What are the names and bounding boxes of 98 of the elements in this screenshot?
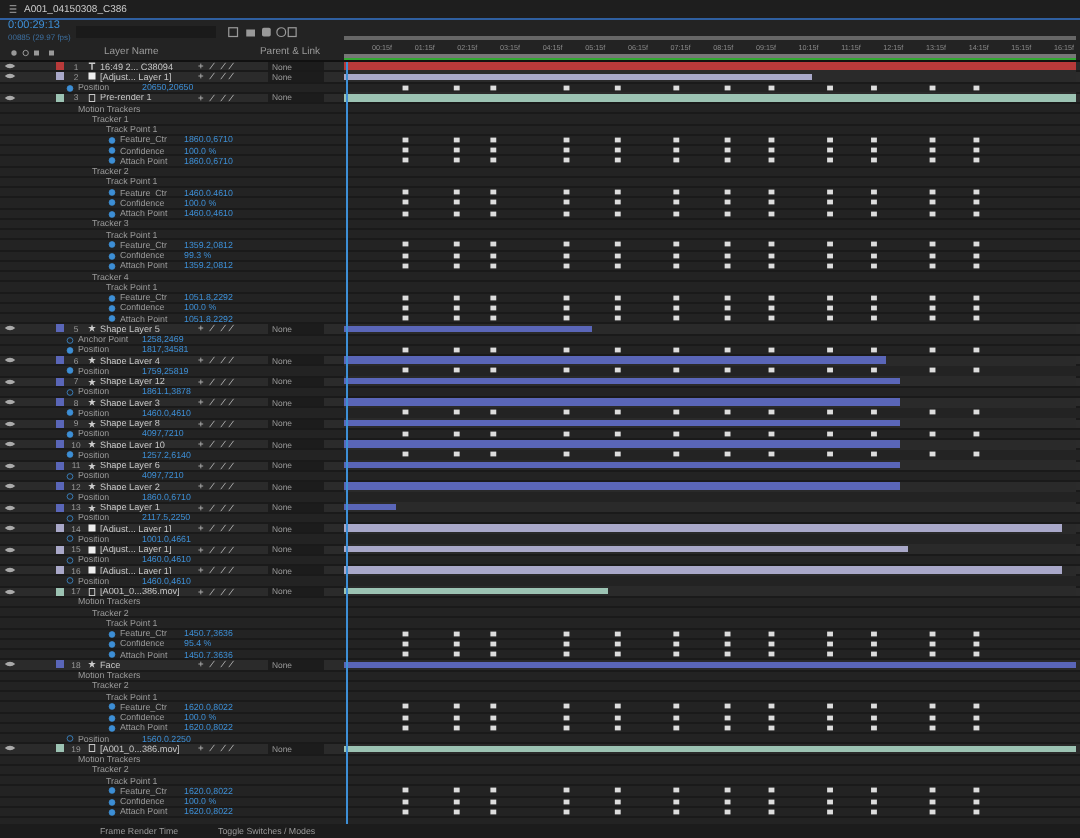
stopwatch-icon[interactable] xyxy=(108,639,116,648)
eye-icon[interactable] xyxy=(4,660,16,669)
star-icon xyxy=(88,660,96,669)
label-color-swatch[interactable] xyxy=(56,419,64,428)
stopwatch-icon[interactable] xyxy=(108,807,116,816)
label-color-swatch[interactable] xyxy=(56,503,64,512)
stopwatch-icon[interactable] xyxy=(108,251,116,260)
stopwatch-icon[interactable] xyxy=(108,797,116,806)
layer-switches-drawing[interactable] xyxy=(192,503,240,512)
layer-switches-drawing[interactable] xyxy=(192,72,240,81)
layer-switches-drawing[interactable] xyxy=(192,545,240,554)
stopwatch-icon[interactable] xyxy=(108,135,116,144)
label-color-swatch[interactable] xyxy=(56,72,64,81)
stopwatch-icon[interactable] xyxy=(108,702,116,711)
layer-square-icon xyxy=(88,545,96,554)
label-color-swatch[interactable] xyxy=(56,356,64,365)
layer-duration-bar[interactable] xyxy=(344,545,908,553)
menu-icon[interactable] xyxy=(8,4,18,14)
layer-switches-drawing[interactable] xyxy=(192,93,240,102)
star-icon xyxy=(88,324,96,333)
star-icon xyxy=(88,440,96,449)
file-icon xyxy=(88,744,96,753)
layer-switches-drawing[interactable] xyxy=(192,566,240,575)
label-color-swatch[interactable] xyxy=(56,545,64,554)
layer-switches-drawing[interactable] xyxy=(192,440,240,449)
stopwatch-icon[interactable] xyxy=(108,629,116,638)
layer-switches-drawing[interactable] xyxy=(192,524,240,533)
layer-switches-drawing[interactable] xyxy=(192,356,240,365)
toolbar-icons-drawing[interactable] xyxy=(222,25,303,39)
stopwatch-icon[interactable] xyxy=(108,188,116,197)
label-color-swatch[interactable] xyxy=(56,587,64,596)
star-icon xyxy=(88,482,96,491)
stopwatch-icon[interactable] xyxy=(66,83,74,92)
star-icon xyxy=(88,377,96,386)
layer-switches-drawing[interactable] xyxy=(192,461,240,470)
label-color-swatch[interactable] xyxy=(56,482,64,491)
star-icon xyxy=(88,419,96,428)
star-icon xyxy=(88,461,96,470)
label-color-swatch[interactable] xyxy=(56,398,64,407)
file-icon xyxy=(88,93,96,102)
label-color-swatch[interactable] xyxy=(56,324,64,333)
layer-switches-drawing[interactable] xyxy=(192,324,240,333)
stopwatch-icon[interactable] xyxy=(66,387,74,396)
stopwatch-icon[interactable] xyxy=(108,293,116,302)
label-color-swatch[interactable] xyxy=(56,660,64,669)
layer-square-icon xyxy=(88,566,96,575)
stopwatch-icon[interactable] xyxy=(66,471,74,480)
stopwatch-icon[interactable] xyxy=(66,345,74,354)
stopwatch-icon[interactable] xyxy=(66,513,74,522)
stopwatch-icon[interactable] xyxy=(108,303,116,312)
label-color-swatch[interactable] xyxy=(56,524,64,533)
stopwatch-icon[interactable] xyxy=(108,786,116,795)
stopwatch-icon[interactable] xyxy=(108,314,116,323)
stopwatch-icon[interactable] xyxy=(66,408,74,417)
label-color-swatch[interactable] xyxy=(56,744,64,753)
layer-switches-drawing[interactable] xyxy=(192,62,240,71)
label-color-swatch[interactable] xyxy=(56,62,64,71)
stopwatch-icon[interactable] xyxy=(108,650,116,659)
stopwatch-icon[interactable] xyxy=(66,555,74,564)
layer-duration-bar[interactable] xyxy=(344,503,396,511)
text-layer-icon xyxy=(88,62,96,71)
stopwatch-icon[interactable] xyxy=(66,366,74,375)
label-color-swatch[interactable] xyxy=(56,566,64,575)
label-color-swatch[interactable] xyxy=(56,461,64,470)
layer-square-icon xyxy=(88,72,96,81)
layer-switches-drawing[interactable] xyxy=(192,377,240,386)
stopwatch-icon[interactable] xyxy=(66,335,74,344)
eye-icon[interactable] xyxy=(4,324,16,333)
layer-switches-drawing[interactable] xyxy=(192,482,240,491)
layer-duration-bar[interactable] xyxy=(344,587,608,595)
stopwatch-icon[interactable] xyxy=(108,240,116,249)
stopwatch-icon[interactable] xyxy=(66,534,74,543)
star-icon xyxy=(88,356,96,365)
stopwatch-icon[interactable] xyxy=(108,156,116,165)
star-icon xyxy=(88,398,96,407)
stopwatch-icon[interactable] xyxy=(108,261,116,270)
layer-switches-drawing[interactable] xyxy=(192,744,240,753)
stopwatch-icon[interactable] xyxy=(108,723,116,732)
stopwatch-icon[interactable] xyxy=(108,198,116,207)
layer-duration-bar[interactable] xyxy=(344,73,813,81)
layer-switches-drawing[interactable] xyxy=(192,419,240,428)
stopwatch-icon[interactable] xyxy=(66,492,74,501)
file-icon xyxy=(88,587,96,596)
layer-square-icon xyxy=(88,524,96,533)
label-color-swatch[interactable] xyxy=(56,377,64,386)
layer-switches-drawing[interactable] xyxy=(192,660,240,669)
layer-switches-drawing[interactable] xyxy=(192,587,240,596)
stopwatch-icon[interactable] xyxy=(66,734,74,743)
stopwatch-icon[interactable] xyxy=(108,209,116,218)
layer-switches-drawing[interactable] xyxy=(192,398,240,407)
stopwatch-icon[interactable] xyxy=(108,713,116,722)
stopwatch-icon[interactable] xyxy=(66,450,74,459)
label-color-swatch[interactable] xyxy=(56,93,64,102)
stopwatch-icon[interactable] xyxy=(66,429,74,438)
eye-icon[interactable] xyxy=(4,744,16,753)
label-color-swatch[interactable] xyxy=(56,440,64,449)
stopwatch-icon[interactable] xyxy=(108,146,116,155)
star-icon xyxy=(88,503,96,512)
